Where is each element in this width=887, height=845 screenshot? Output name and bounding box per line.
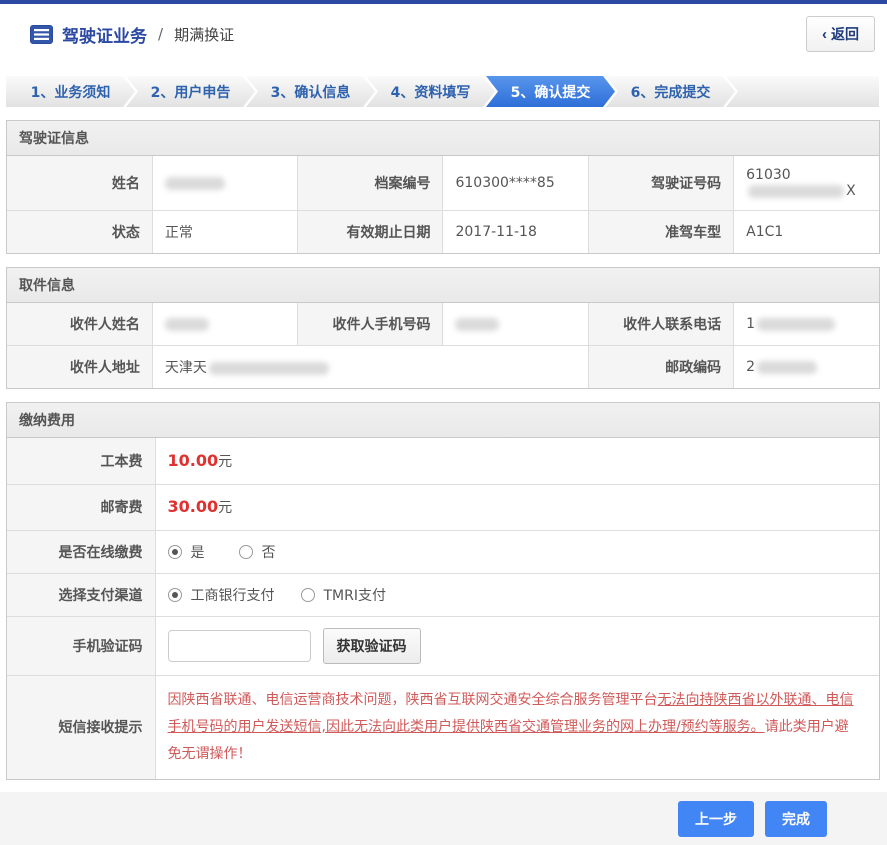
file-number-label: 档案编号 [297, 156, 444, 211]
license-number-label: 驾驶证号码 [587, 156, 735, 211]
radio-label-no: 否 [261, 544, 276, 561]
redacted-postal-code [757, 360, 818, 374]
radio-label-tmri: TMRI支付 [323, 587, 387, 604]
back-button-label: 返回 [831, 26, 859, 42]
pickup-info-table: 收件人姓名 收件人手机号码 收件人联系电话 1 收件人地址 天津天 邮政编码 2 [7, 303, 879, 388]
license-info-table: 姓名 档案编号 610300****85 驾驶证号码 61030X 状态 正常 … [7, 156, 879, 253]
table-row: 工本费 10.00元 [7, 438, 879, 485]
radio-selected-icon[interactable] [167, 587, 182, 602]
chevron-left-icon: ‹ [822, 25, 827, 43]
postage-fee-label: 邮寄费 [7, 483, 156, 531]
postage-fee-value: 30.00元 [154, 483, 879, 531]
sms-notice-label: 短信接收提示 [7, 674, 156, 780]
redacted-recipient-name [164, 317, 209, 331]
production-fee-amount: 10.00 [167, 450, 219, 470]
sms-code-label: 手机验证码 [7, 615, 156, 676]
license-section-title: 驾驶证信息 [7, 121, 879, 156]
recipient-name-label: 收件人姓名 [7, 303, 153, 346]
status-value: 正常 [151, 210, 299, 253]
payment-channel-options: 工商银行支付 TMRI支付 [154, 572, 879, 617]
table-row: 姓名 档案编号 610300****85 驾驶证号码 61030X [7, 156, 879, 211]
recipient-mobile-value [442, 303, 589, 346]
radio-option-icbc[interactable]: 工商银行支付 [167, 585, 275, 605]
fees-section: 缴纳费用 工本费 10.00元 邮寄费 30.00元 是否在线缴费 是 否 选择… [6, 402, 880, 781]
radio-unselected-icon[interactable] [300, 587, 315, 602]
radio-option-yes[interactable]: 是 [167, 542, 205, 562]
recipient-address-value: 天津天 [151, 345, 589, 388]
recipient-phone-value: 1 [733, 303, 879, 346]
get-sms-code-button[interactable]: 获取验证码 [322, 627, 421, 664]
table-row: 收件人姓名 收件人手机号码 收件人联系电话 1 [7, 303, 879, 346]
radio-selected-icon[interactable] [167, 544, 182, 559]
radio-unselected-icon[interactable] [238, 544, 253, 559]
step-4-fill-data[interactable]: 4、资料填写 [366, 76, 495, 107]
file-number-value: 610300****85 [442, 156, 589, 211]
redacted-license-number [748, 184, 845, 198]
radio-option-tmri[interactable]: TMRI支付 [300, 585, 387, 605]
previous-step-button[interactable]: 上一步 [678, 800, 754, 837]
fees-table: 工本费 10.00元 邮寄费 30.00元 是否在线缴费 是 否 选择支付渠道 … [7, 438, 879, 780]
payment-channel-label: 选择支付渠道 [7, 572, 156, 617]
license-info-section: 驾驶证信息 姓名 档案编号 610300****85 驾驶证号码 61030X … [6, 120, 880, 254]
production-fee-unit: 元 [218, 453, 233, 470]
redacted-name [164, 176, 225, 190]
vehicle-class-label: 准驾车型 [587, 210, 735, 253]
production-fee-value: 10.00元 [154, 438, 879, 485]
online-payment-label: 是否在线缴费 [7, 529, 156, 574]
page-title: 驾驶证业务 [62, 26, 147, 47]
sms-notice-cell: 因陕西省联通、电信运营商技术问题，陕西省互联网交通安全综合服务管理平台无法向持陕… [154, 674, 879, 780]
valid-until-label: 有效期止日期 [297, 210, 444, 253]
table-row: 短信接收提示 因陕西省联通、电信运营商技术问题，陕西省互联网交通安全综合服务管理… [7, 674, 879, 780]
table-row: 邮寄费 30.00元 [7, 483, 879, 531]
recipient-name-value [151, 303, 299, 346]
sms-code-cell: 获取验证码 [154, 615, 879, 676]
name-value [151, 156, 299, 211]
step-progress-bar: 1、业务须知 2、用户申告 3、确认信息 4、资料填写 5、确认提交 6、完成提… [6, 76, 879, 107]
postage-fee-amount: 30.00 [167, 497, 219, 516]
page-header: 驾驶证业务 / 期满换证 ‹ 返回 [0, 4, 887, 64]
postal-code-value: 2 [733, 345, 879, 388]
redacted-recipient-mobile [455, 317, 500, 331]
fees-section-title: 缴纳费用 [7, 403, 879, 438]
step-bar-filler [726, 76, 879, 107]
step-3-confirm-info[interactable]: 3、确认信息 [246, 76, 375, 107]
radio-label-yes: 是 [190, 544, 205, 561]
table-row: 收件人地址 天津天 邮政编码 2 [7, 345, 879, 388]
breadcrumb-separator: / [158, 25, 164, 43]
status-label: 状态 [7, 210, 153, 253]
sms-code-input[interactable] [167, 629, 311, 662]
footer-action-bar: 上一步 完成 [0, 792, 887, 845]
radio-label-icbc: 工商银行支付 [190, 587, 275, 604]
radio-option-no[interactable]: 否 [238, 542, 276, 562]
redacted-recipient-phone [757, 317, 836, 331]
back-button[interactable]: ‹ 返回 [806, 16, 875, 52]
recipient-phone-label: 收件人联系电话 [587, 303, 735, 346]
recipient-mobile-label: 收件人手机号码 [297, 303, 444, 346]
license-number-value: 61030X [733, 156, 879, 211]
step-6-complete-submit[interactable]: 6、完成提交 [606, 76, 735, 107]
pickup-section-title: 取件信息 [7, 268, 879, 303]
name-label: 姓名 [7, 156, 153, 211]
online-payment-options: 是 否 [154, 529, 879, 574]
table-row: 状态 正常 有效期止日期 2017-11-18 准驾车型 A1C1 [7, 210, 879, 253]
table-row: 是否在线缴费 是 否 [7, 529, 879, 574]
step-5-confirm-submit[interactable]: 5、确认提交 [486, 76, 615, 107]
step-1-business-notice[interactable]: 1、业务须知 [6, 76, 135, 107]
valid-until-value: 2017-11-18 [442, 210, 589, 253]
production-fee-label: 工本费 [7, 438, 156, 485]
form-list-icon [30, 24, 53, 44]
redacted-recipient-address [208, 361, 329, 375]
table-row: 选择支付渠道 工商银行支付 TMRI支付 [7, 572, 879, 617]
pickup-info-section: 取件信息 收件人姓名 收件人手机号码 收件人联系电话 1 收件人地址 天津天 邮… [6, 267, 880, 389]
recipient-address-label: 收件人地址 [7, 345, 153, 388]
vehicle-class-value: A1C1 [733, 210, 879, 253]
postage-fee-unit: 元 [218, 500, 233, 516]
table-row: 手机验证码 获取验证码 [7, 615, 879, 676]
step-2-user-declaration[interactable]: 2、用户申告 [126, 76, 255, 107]
finish-button[interactable]: 完成 [765, 800, 827, 837]
postal-code-label: 邮政编码 [587, 345, 735, 388]
sms-notice-text: 因陕西省联通、电信运营商技术问题，陕西省互联网交通安全综合服务管理平台无法向持陕… [167, 691, 854, 763]
breadcrumb-current: 期满换证 [174, 25, 235, 44]
